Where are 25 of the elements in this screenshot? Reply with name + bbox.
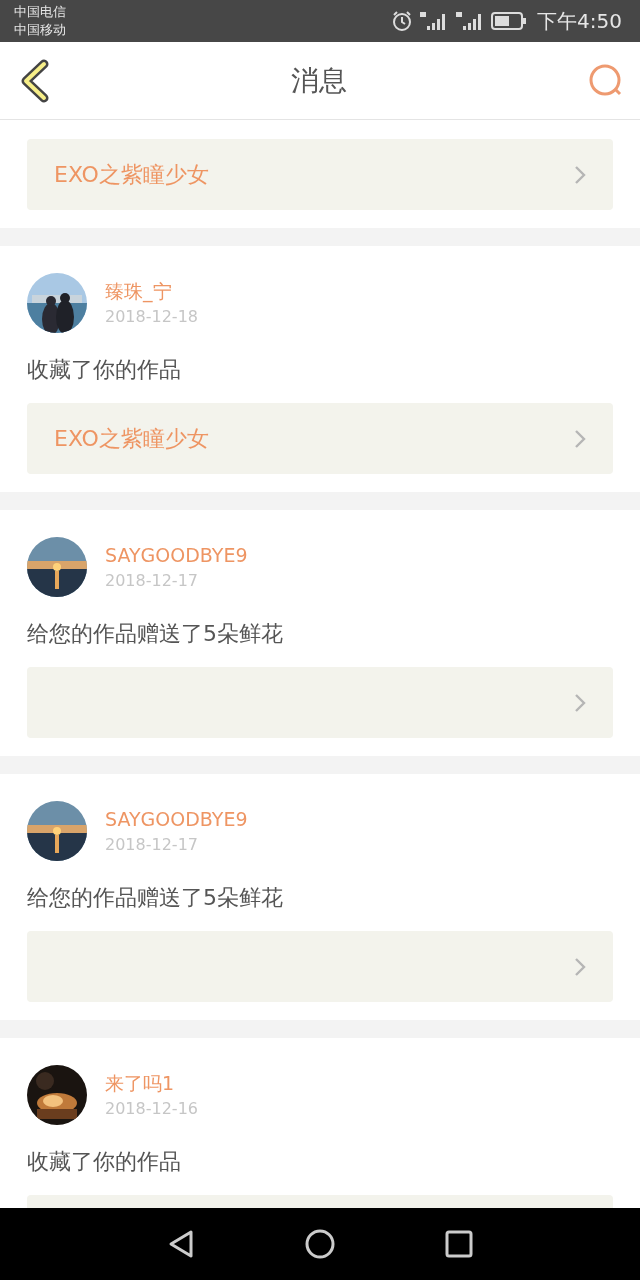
user-name[interactable]: SAYGOODBYE9 [105, 542, 248, 568]
message-date: 2018-12-16 [105, 1098, 198, 1120]
work-title: EXO之紫瞳少女 [54, 424, 209, 453]
carrier-name: 中国电信 [14, 3, 66, 21]
message-text: 给您的作品赠送了5朵鲜花 [27, 620, 283, 648]
message-date: 2018-12-18 [105, 306, 198, 328]
page-title: 消息 [291, 62, 347, 99]
message-date: 2018-12-17 [105, 834, 199, 856]
work-link[interactable]: EXO之紫瞳少女 [27, 403, 613, 474]
alarm-icon [391, 10, 414, 32]
battery-icon [491, 12, 528, 30]
user-name[interactable]: 来了吗1 [105, 1070, 198, 1096]
message-text: 收藏了你的作品 [27, 356, 181, 384]
user-name[interactable]: SAYGOODBYE9 [105, 806, 248, 832]
work-title: EXO之紫瞳少女 [54, 160, 209, 189]
message-date: 2018-12-17 [105, 570, 199, 592]
user-name[interactable]: 臻珠_宁 [105, 278, 198, 304]
carrier-name: 中国移动 [14, 21, 66, 39]
message-text: 给您的作品赠送了5朵鲜花 [27, 884, 283, 912]
home-icon[interactable] [305, 1229, 335, 1259]
back-icon[interactable] [167, 1229, 195, 1259]
recents-icon[interactable] [445, 1230, 473, 1258]
message-text: 收藏了你的作品 [27, 1148, 181, 1176]
clock-time: 下午4:50 [537, 7, 622, 35]
work-link[interactable]: EXO之紫瞳少女 [27, 139, 613, 210]
